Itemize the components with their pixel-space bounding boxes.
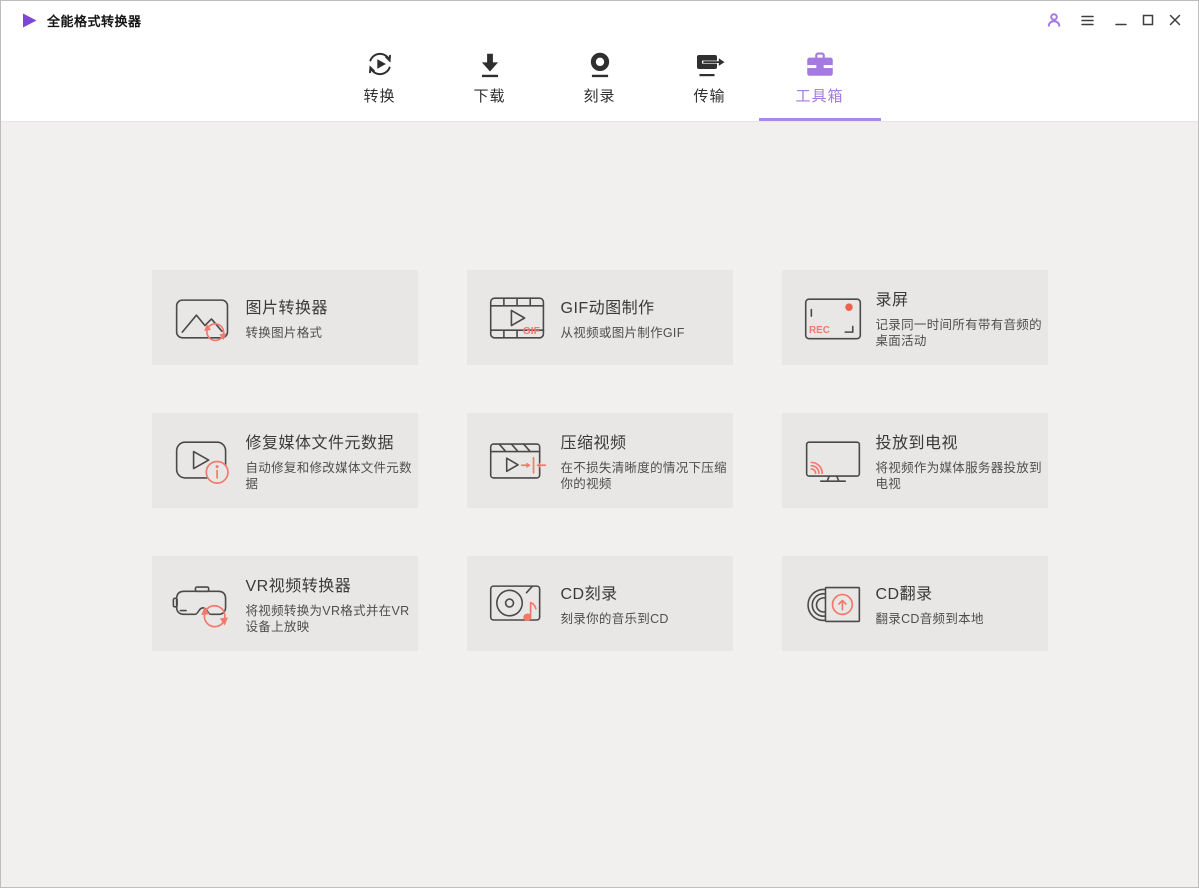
tab-convert[interactable]: 转换 xyxy=(325,39,435,121)
card-description: 翻录CD音频到本地 xyxy=(875,611,984,626)
card-description: 将视频转换为VR格式并在VR设备上放映 xyxy=(245,603,410,635)
card-title: 修复媒体文件元数据 xyxy=(245,434,395,452)
menu-icon xyxy=(1080,15,1094,25)
fix-metadata-icon xyxy=(171,433,246,489)
card-description: 从视频或图片制作GIF xyxy=(560,325,685,340)
convert-icon xyxy=(365,46,395,82)
download-icon xyxy=(476,46,504,82)
card-title: CD刻录 xyxy=(560,585,618,603)
card-title: 投放到电视 xyxy=(875,434,959,452)
active-tab-underline xyxy=(758,118,881,121)
tab-burn-label: 刻录 xyxy=(583,88,616,105)
minimize-icon xyxy=(1115,23,1127,26)
gif-icon-label: GIF xyxy=(522,326,539,337)
card-title: VR视频转换器 xyxy=(245,577,352,595)
card-description: 转换图片格式 xyxy=(245,325,323,340)
tab-toolbox[interactable]: 工具箱 xyxy=(758,39,881,121)
app-title: 全能格式转换器 xyxy=(47,13,142,29)
transfer-icon xyxy=(694,46,726,82)
maximize-icon xyxy=(1142,14,1154,26)
card-image-converter[interactable]: 图片转换器 转换图片格式 xyxy=(151,270,418,365)
burn-icon xyxy=(586,46,614,82)
image-converter-icon xyxy=(171,290,246,346)
rec-icon-label: REC xyxy=(809,325,830,336)
menu-button[interactable] xyxy=(1078,11,1096,29)
tab-toolbox-label: 工具箱 xyxy=(795,88,844,105)
card-title: 压缩视频 xyxy=(560,434,627,452)
card-description: 在不损失清晰度的情况下压缩你的视频 xyxy=(560,460,727,492)
card-compress-video[interactable]: 压缩视频 在不损失清晰度的情况下压缩你的视频 xyxy=(466,413,733,508)
main-nav: 转换 下载 刻录 传输 工具箱 xyxy=(1,39,1198,122)
card-cast-to-tv[interactable]: 投放到电视 将视频作为媒体服务器投放到电视 xyxy=(781,413,1048,508)
maximize-button[interactable] xyxy=(1139,11,1157,29)
tool-card-grid: 图片转换器 转换图片格式 GIF GIF动图制作 从视频或图片制作GIF REC… xyxy=(151,270,1048,651)
card-description: 记录同一时间所有带有音频的桌面活动 xyxy=(875,317,1042,349)
card-gif-maker[interactable]: GIF GIF动图制作 从视频或图片制作GIF xyxy=(466,270,733,365)
cd-rip-icon xyxy=(801,576,876,632)
toolbox-panel: 图片转换器 转换图片格式 GIF GIF动图制作 从视频或图片制作GIF REC… xyxy=(1,122,1198,887)
vr-converter-icon xyxy=(171,576,246,632)
card-fix-metadata[interactable]: 修复媒体文件元数据 自动修复和修改媒体文件元数据 xyxy=(151,413,418,508)
card-title: GIF动图制作 xyxy=(560,299,655,317)
compress-video-icon xyxy=(486,433,561,489)
card-cd-burn[interactable]: CD刻录 刻录你的音乐到CD xyxy=(466,556,733,651)
tab-transfer-label: 传输 xyxy=(693,88,726,105)
card-title: 图片转换器 xyxy=(245,299,329,317)
card-title: CD翻录 xyxy=(875,585,933,603)
tab-download-label: 下载 xyxy=(473,88,506,105)
card-title: 录屏 xyxy=(875,291,909,309)
screen-record-icon: REC xyxy=(801,290,876,346)
app-logo-icon xyxy=(23,13,37,27)
toolbox-icon xyxy=(803,46,837,82)
gif-maker-icon: GIF xyxy=(486,290,561,346)
title-bar: 全能格式转换器 xyxy=(1,1,1198,39)
cd-burn-icon xyxy=(486,576,561,632)
user-account-button[interactable] xyxy=(1045,11,1063,29)
card-vr-converter[interactable]: VR视频转换器 将视频转换为VR格式并在VR设备上放映 xyxy=(151,556,418,651)
close-icon xyxy=(1169,14,1181,26)
close-button[interactable] xyxy=(1166,11,1184,29)
tab-burn[interactable]: 刻录 xyxy=(545,39,655,121)
card-screen-record[interactable]: REC 录屏 记录同一时间所有带有音频的桌面活动 xyxy=(781,270,1048,365)
app-window: 全能格式转换器 转换 下载 刻录 传输 工具箱 图片转换器 转换图片格式 GIF… xyxy=(0,0,1199,888)
minimize-button[interactable] xyxy=(1112,11,1130,29)
card-description: 将视频作为媒体服务器投放到电视 xyxy=(875,460,1042,492)
tab-convert-label: 转换 xyxy=(363,88,396,105)
card-description: 自动修复和修改媒体文件元数据 xyxy=(245,460,412,492)
tab-download[interactable]: 下载 xyxy=(435,39,545,121)
cast-to-tv-icon xyxy=(801,433,876,489)
tab-transfer[interactable]: 传输 xyxy=(655,39,765,121)
user-icon xyxy=(1047,13,1061,27)
card-cd-rip[interactable]: CD翻录 翻录CD音频到本地 xyxy=(781,556,1048,651)
card-description: 刻录你的音乐到CD xyxy=(560,611,669,626)
